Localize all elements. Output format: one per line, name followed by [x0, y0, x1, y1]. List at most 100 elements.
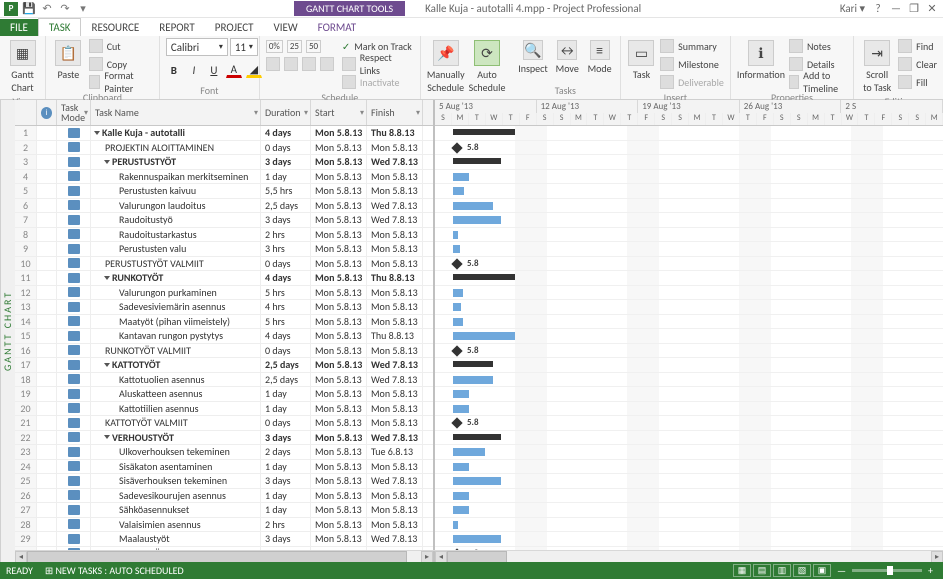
clear-button[interactable]: Clear — [898, 56, 937, 72]
gantt-row[interactable] — [435, 286, 943, 301]
row-duration[interactable]: 2,5 days — [261, 358, 311, 372]
row-name[interactable]: Kalle Kuja - autotalli — [91, 126, 261, 140]
cut-button[interactable]: Cut — [89, 38, 153, 54]
row-name[interactable]: Kantavan rungon pystytys — [91, 329, 261, 343]
summary-bar[interactable] — [453, 274, 515, 280]
table-row[interactable]: 19Aluskatteen asennus1 dayMon 5.8.13Mon … — [15, 387, 433, 402]
table-row[interactable]: 24Sisäkaton asentaminen1 dayMon 5.8.13Mo… — [15, 460, 433, 475]
milestone-marker[interactable] — [451, 258, 462, 269]
row-start[interactable]: Mon 5.8.13 — [311, 184, 367, 198]
row-start[interactable]: Mon 5.8.13 — [311, 257, 367, 271]
row-start[interactable]: Mon 5.8.13 — [311, 445, 367, 459]
row-finish[interactable]: Mon 5.8.13 — [367, 286, 423, 300]
view-report-button[interactable]: ▣ — [813, 564, 831, 577]
gantt-row[interactable] — [435, 213, 943, 228]
row-finish[interactable]: Wed 7.8.13 — [367, 199, 423, 213]
respect-links-button[interactable]: Respect Links — [342, 56, 414, 72]
row-start[interactable]: Mon 5.8.13 — [311, 228, 367, 242]
table-row[interactable]: 3PERUSTUSTYÖT3 daysMon 5.8.13Wed 7.8.13 — [15, 155, 433, 170]
notes-button[interactable]: Notes — [789, 38, 847, 54]
tab-file[interactable]: FILE — [0, 19, 38, 36]
row-finish[interactable]: Mon 5.8.13 — [367, 387, 423, 401]
col-header-id[interactable] — [15, 100, 37, 125]
view-resource-sheet-button[interactable]: ▧ — [793, 564, 811, 577]
inactivate-button[interactable]: Inactivate — [342, 74, 414, 90]
row-start[interactable]: Mon 5.8.13 — [311, 170, 367, 184]
row-start[interactable]: Mon 5.8.13 — [311, 199, 367, 213]
percent-0-button[interactable]: 0% — [266, 40, 283, 53]
row-duration[interactable]: 5,5 hrs — [261, 184, 311, 198]
row-name[interactable]: Sisäverhouksen tekeminen — [91, 474, 261, 488]
task-bar[interactable] — [453, 535, 501, 543]
row-name[interactable]: Raudoitustarkastus — [91, 228, 261, 242]
row-duration[interactable]: 1 day — [261, 170, 311, 184]
row-name[interactable]: Valurungon laudoitus — [91, 199, 261, 213]
row-finish[interactable]: Mon 5.8.13 — [367, 300, 423, 314]
gantt-row[interactable] — [435, 358, 943, 373]
summary-bar[interactable] — [453, 361, 493, 367]
status-new-tasks[interactable]: ⊞ NEW TASKS : AUTO SCHEDULED — [45, 564, 184, 577]
row-name[interactable]: Maalaustyöt — [91, 532, 261, 546]
percent-25-button[interactable]: 25 — [287, 40, 302, 53]
gantt-row[interactable] — [435, 431, 943, 446]
row-name[interactable]: Kattotiilien asennus — [91, 402, 261, 416]
row-start[interactable]: Mon 5.8.13 — [311, 431, 367, 445]
task-bar[interactable] — [453, 318, 463, 326]
row-start[interactable]: Mon 5.8.13 — [311, 373, 367, 387]
close-icon[interactable]: ✕ — [925, 2, 939, 15]
row-finish[interactable]: Wed 7.8.13 — [367, 431, 423, 445]
row-start[interactable]: Mon 5.8.13 — [311, 242, 367, 256]
table-row[interactable]: 15Kantavan rungon pystytys4 daysMon 5.8.… — [15, 329, 433, 344]
task-bar[interactable] — [453, 332, 515, 340]
zoom-in-button[interactable]: + — [924, 564, 937, 577]
task-bar[interactable] — [453, 173, 469, 181]
task-bar[interactable] — [453, 448, 485, 456]
gantt-row[interactable] — [435, 126, 943, 141]
tab-resource[interactable]: RESOURCE — [81, 19, 149, 36]
gantt-row[interactable] — [435, 300, 943, 315]
row-finish[interactable]: Mon 5.8.13 — [367, 228, 423, 242]
row-duration[interactable]: 0 days — [261, 416, 311, 430]
horizontal-scrollbar[interactable]: ◂ ▸ ◂ ▸ — [15, 550, 943, 562]
row-finish[interactable]: Mon 5.8.13 — [367, 503, 423, 517]
task-bar[interactable] — [453, 506, 469, 514]
view-team-planner-button[interactable]: ▥ — [773, 564, 791, 577]
row-duration[interactable]: 0 days — [261, 141, 311, 155]
row-duration[interactable]: 3 days — [261, 532, 311, 546]
format-painter-button[interactable]: Format Painter — [89, 74, 153, 90]
task-bar[interactable] — [453, 376, 493, 384]
row-name[interactable]: Raudoitustyö — [91, 213, 261, 227]
row-name[interactable]: KATTOTYÖT — [91, 358, 261, 372]
col-header-mode[interactable]: Task Mode▾ — [57, 100, 91, 125]
table-row[interactable]: 14Maatyöt (pihan viimeistely)5 hrsMon 5.… — [15, 315, 433, 330]
table-row[interactable]: 7Raudoitustyö3 daysMon 5.8.13Wed 7.8.13 — [15, 213, 433, 228]
row-start[interactable]: Mon 5.8.13 — [311, 402, 367, 416]
find-button[interactable]: Find — [898, 38, 937, 54]
col-header-info[interactable]: i — [37, 100, 57, 125]
row-start[interactable]: Mon 5.8.13 — [311, 213, 367, 227]
row-finish[interactable]: Mon 5.8.13 — [367, 489, 423, 503]
timescale[interactable]: 5 Aug '1312 Aug '1319 Aug '1326 Aug '132… — [435, 100, 943, 126]
row-finish[interactable]: Mon 5.8.13 — [367, 315, 423, 329]
row-finish[interactable]: Mon 5.8.13 — [367, 402, 423, 416]
row-duration[interactable]: 0 days — [261, 344, 311, 358]
unlink-icon[interactable] — [320, 57, 334, 71]
row-name[interactable]: Maatyöt (pihan viimeistely) — [91, 315, 261, 329]
summary-button[interactable]: Summary — [660, 38, 724, 54]
table-row[interactable]: 18Kattotuolien asennus2,5 daysMon 5.8.13… — [15, 373, 433, 388]
table-row[interactable]: 13Sadevesiviemärin asennus4 hrsMon 5.8.1… — [15, 300, 433, 315]
row-start[interactable]: Mon 5.8.13 — [311, 474, 367, 488]
row-name[interactable]: Sisäkaton asentaminen — [91, 460, 261, 474]
row-finish[interactable]: Thu 8.8.13 — [367, 329, 423, 343]
row-name[interactable]: Ulkoverhouksen tekeminen — [91, 445, 261, 459]
row-duration[interactable]: 2,5 days — [261, 199, 311, 213]
row-name[interactable]: Valurungon purkaminen — [91, 286, 261, 300]
gantt-row[interactable] — [435, 271, 943, 286]
gantt-row[interactable] — [435, 184, 943, 199]
task-bar[interactable] — [453, 216, 501, 224]
row-finish[interactable]: Mon 5.8.13 — [367, 257, 423, 271]
table-row[interactable]: 25Sisäverhouksen tekeminen3 daysMon 5.8.… — [15, 474, 433, 489]
fill-button[interactable]: Fill — [898, 74, 937, 90]
table-row[interactable]: 11RUNKOTYÖT4 daysMon 5.8.13Thu 8.8.13 — [15, 271, 433, 286]
gantt-row[interactable] — [435, 329, 943, 344]
